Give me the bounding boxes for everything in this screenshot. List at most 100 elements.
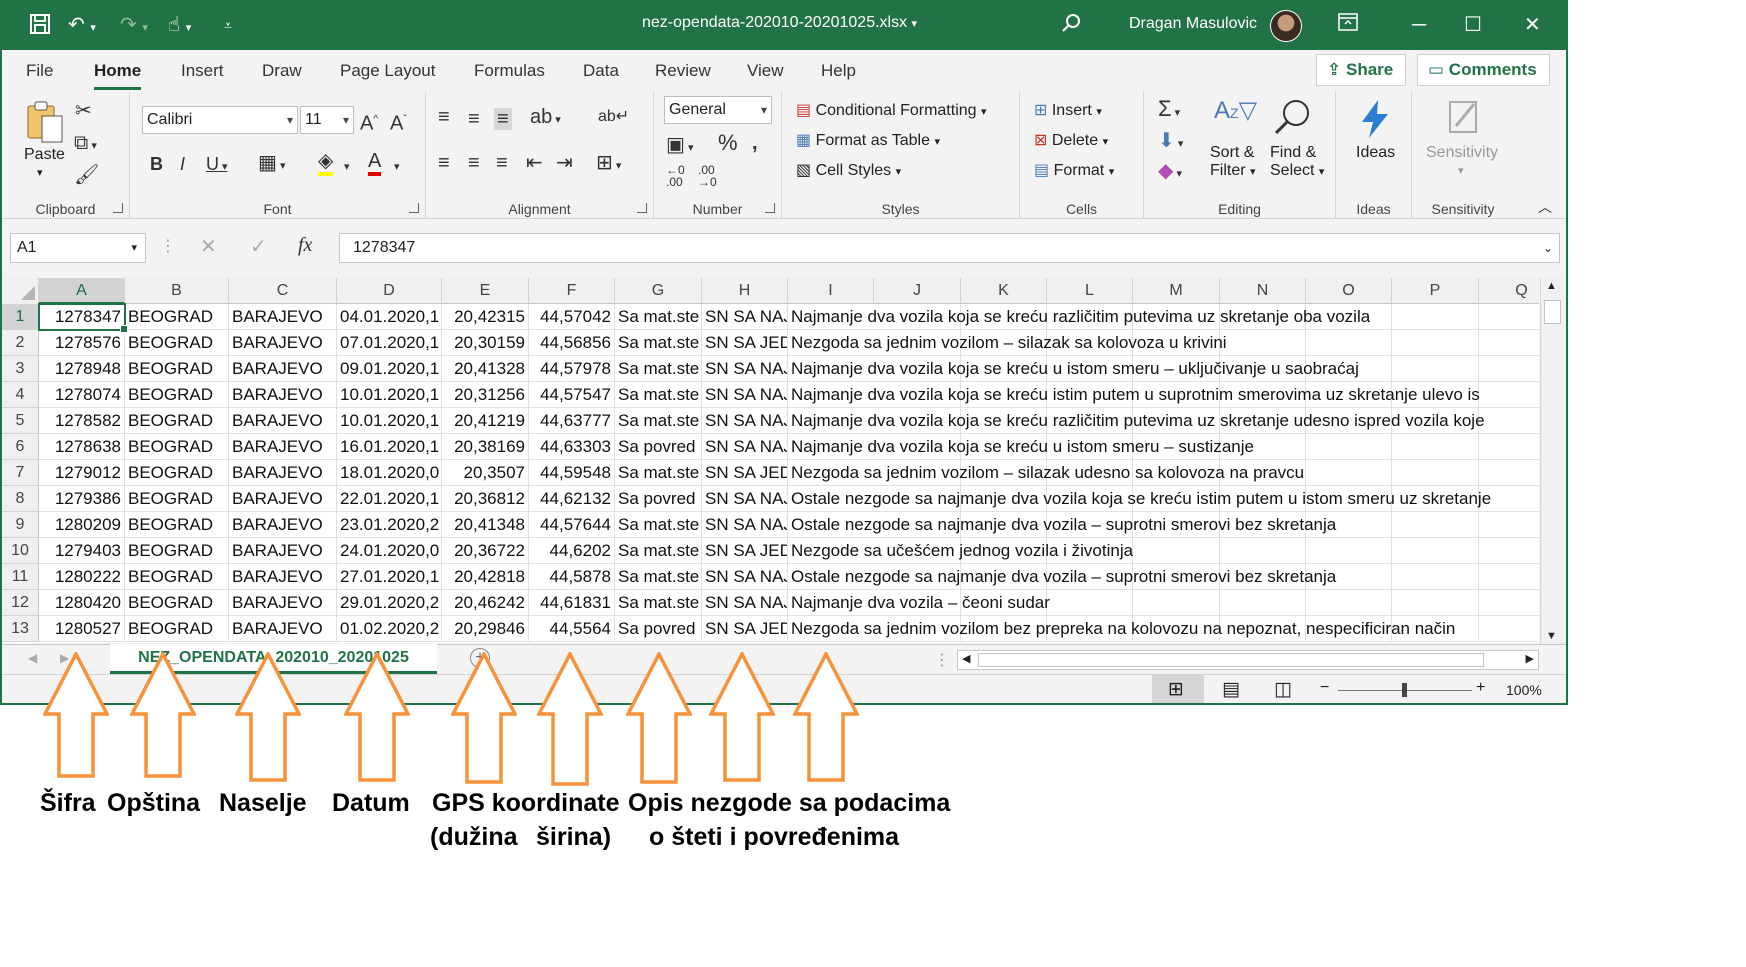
cell-d8[interactable]: 22.01.2020,1 xyxy=(337,486,442,512)
cell-d5[interactable]: 10.01.2020,1 xyxy=(337,408,442,434)
cell-b2[interactable]: BEOGRAD xyxy=(125,330,229,356)
redo-icon[interactable]: ↷ ▾ xyxy=(120,12,148,41)
font-color-icon[interactable]: A xyxy=(368,150,382,176)
cell-h11[interactable]: SN SA NAJ xyxy=(702,564,788,590)
tab-home[interactable]: Home xyxy=(94,61,142,90)
cell-e7[interactable]: 20,3507 xyxy=(442,460,529,486)
cell-h9[interactable]: SN SA NAJ xyxy=(702,512,788,538)
tab-formulas[interactable]: Formulas xyxy=(474,61,545,81)
cell-d1[interactable]: 04.01.2020,1 xyxy=(337,304,442,330)
row-header-1[interactable]: 1 xyxy=(2,304,39,330)
cell-i8[interactable]: Ostale nezgode sa najmanje dva vozila ko… xyxy=(788,486,1539,512)
cell-f4[interactable]: 44,57547 xyxy=(529,382,615,408)
search-icon[interactable] xyxy=(1060,12,1082,41)
column-header-m[interactable]: M xyxy=(1133,278,1220,304)
cell-a11[interactable]: 1280222 xyxy=(39,564,125,590)
row-header-10[interactable]: 10 xyxy=(2,538,39,564)
row-header-13[interactable]: 13 xyxy=(2,616,39,642)
conditional-formatting-button[interactable]: ▤ Conditional Formatting ▾ xyxy=(796,100,987,120)
zoom-slider[interactable] xyxy=(1338,683,1472,697)
tab-splitter-icon[interactable]: ⋮ xyxy=(934,650,950,670)
cell-b11[interactable]: BEOGRAD xyxy=(125,564,229,590)
cell-c8[interactable]: BARAJEVO xyxy=(229,486,337,512)
customize-toolbar-icon[interactable]: ⩡ xyxy=(224,12,232,38)
borders-icon[interactable]: ▦ ▾ xyxy=(258,152,285,177)
cell-c2[interactable]: BARAJEVO xyxy=(229,330,337,356)
cell-styles-button[interactable]: ▧ Cell Styles ▾ xyxy=(796,160,901,180)
prev-sheet-icon[interactable]: ◀ xyxy=(28,651,37,665)
cell-d4[interactable]: 10.01.2020,1 xyxy=(337,382,442,408)
cell-b5[interactable]: BEOGRAD xyxy=(125,408,229,434)
cell-h5[interactable]: SN SA NAJ xyxy=(702,408,788,434)
cell-c6[interactable]: BARAJEVO xyxy=(229,434,337,460)
page-break-preview-icon[interactable]: ◫ xyxy=(1274,678,1292,701)
tab-insert[interactable]: Insert xyxy=(181,61,224,81)
clipboard-launcher-icon[interactable] xyxy=(113,203,123,213)
insert-cells-button[interactable]: ⊞ Insert ▾ xyxy=(1034,100,1102,120)
name-box[interactable]: A1 ▾ xyxy=(10,233,146,263)
font-name-select[interactable]: Calibri ▾ xyxy=(142,106,298,134)
column-header-g[interactable]: G xyxy=(615,278,702,304)
cell-d13[interactable]: 01.02.2020,2 xyxy=(337,616,442,642)
normal-view-button[interactable]: ⊞ xyxy=(1152,675,1204,703)
decrease-decimal-icon[interactable]: .00 →0 xyxy=(698,164,717,188)
tab-review[interactable]: Review xyxy=(655,61,711,81)
cell-d3[interactable]: 09.01.2020,1 xyxy=(337,356,442,382)
vertical-scrollbar[interactable]: ▲ ▼ xyxy=(1540,278,1564,644)
align-bottom-icon[interactable]: ≡ xyxy=(494,108,512,130)
scroll-right-icon[interactable]: ▶ xyxy=(1526,652,1534,665)
row-header-3[interactable]: 3 xyxy=(2,356,39,382)
sensitivity-icon[interactable] xyxy=(1446,96,1482,141)
cell-e5[interactable]: 20,41219 xyxy=(442,408,529,434)
fill-color-dropdown-icon[interactable]: ▾ xyxy=(344,156,350,178)
align-top-icon[interactable]: ≡ xyxy=(438,106,450,128)
cell-b3[interactable]: BEOGRAD xyxy=(125,356,229,382)
cell-b4[interactable]: BEOGRAD xyxy=(125,382,229,408)
cell-f1[interactable]: 44,57042 xyxy=(529,304,615,330)
page-layout-view-icon[interactable]: ▤ xyxy=(1222,678,1240,701)
paste-label[interactable]: Paste xyxy=(24,146,65,164)
cell-h2[interactable]: SN SA JEDI xyxy=(702,330,788,356)
collapse-ribbon-icon[interactable]: ︿ xyxy=(1538,196,1552,218)
cell-g8[interactable]: Sa povred xyxy=(615,486,702,512)
column-header-n[interactable]: N xyxy=(1220,278,1306,304)
column-header-c[interactable]: C xyxy=(229,278,337,304)
cell-a10[interactable]: 1279403 xyxy=(39,538,125,564)
undo-icon[interactable]: ↶ ▾ xyxy=(68,12,96,41)
zoom-slider-thumb[interactable] xyxy=(1402,683,1407,697)
cell-d12[interactable]: 29.01.2020,2 xyxy=(337,590,442,616)
zoom-in-icon[interactable]: + xyxy=(1476,679,1485,697)
cell-a12[interactable]: 1280420 xyxy=(39,590,125,616)
row-header-4[interactable]: 4 xyxy=(2,382,39,408)
wrap-text-icon[interactable]: ab↵ xyxy=(598,106,629,128)
cell-i5[interactable]: Najmanje dva vozila koja se kreću različ… xyxy=(788,408,1539,434)
column-header-d[interactable]: D xyxy=(337,278,442,304)
cell-e9[interactable]: 20,41348 xyxy=(442,512,529,538)
insert-function-icon[interactable]: fx xyxy=(298,234,312,256)
cell-b1[interactable]: BEOGRAD xyxy=(125,304,229,330)
clear-icon[interactable]: ◆ ▾ xyxy=(1158,160,1182,185)
cell-f6[interactable]: 44,63303 xyxy=(529,434,615,460)
horizontal-scrollbar[interactable]: ◀ ▶ xyxy=(957,650,1539,670)
select-all-corner[interactable] xyxy=(2,278,39,304)
tab-draw[interactable]: Draw xyxy=(262,61,302,81)
format-painter-icon[interactable]: 🖌 xyxy=(74,164,99,186)
orientation-icon[interactable]: ab ▾ xyxy=(530,106,561,131)
ideas-lightning-icon[interactable] xyxy=(1358,98,1392,145)
cell-b13[interactable]: BEOGRAD xyxy=(125,616,229,642)
cell-i10[interactable]: Nezgode sa učešćem jednog vozila i život… xyxy=(788,538,1539,564)
row-header-5[interactable]: 5 xyxy=(2,408,39,434)
cell-a2[interactable]: 1278576 xyxy=(39,330,125,356)
cell-f3[interactable]: 44,57978 xyxy=(529,356,615,382)
avatar[interactable] xyxy=(1270,10,1302,42)
cell-d6[interactable]: 16.01.2020,1 xyxy=(337,434,442,460)
cell-e1[interactable]: 20,42315 xyxy=(442,304,529,330)
increase-indent-icon[interactable]: ⇥ xyxy=(556,152,573,174)
cell-a6[interactable]: 1278638 xyxy=(39,434,125,460)
cell-i13[interactable]: Nezgoda sa jednim vozilom bez prepreka n… xyxy=(788,616,1539,642)
cell-g6[interactable]: Sa povred xyxy=(615,434,702,460)
cell-i2[interactable]: Nezgoda sa jednim vozilom – silazak sa k… xyxy=(788,330,1539,356)
close-icon[interactable]: ✕ xyxy=(1524,12,1541,38)
cell-c11[interactable]: BARAJEVO xyxy=(229,564,337,590)
horizontal-scroll-thumb[interactable] xyxy=(978,653,1484,667)
